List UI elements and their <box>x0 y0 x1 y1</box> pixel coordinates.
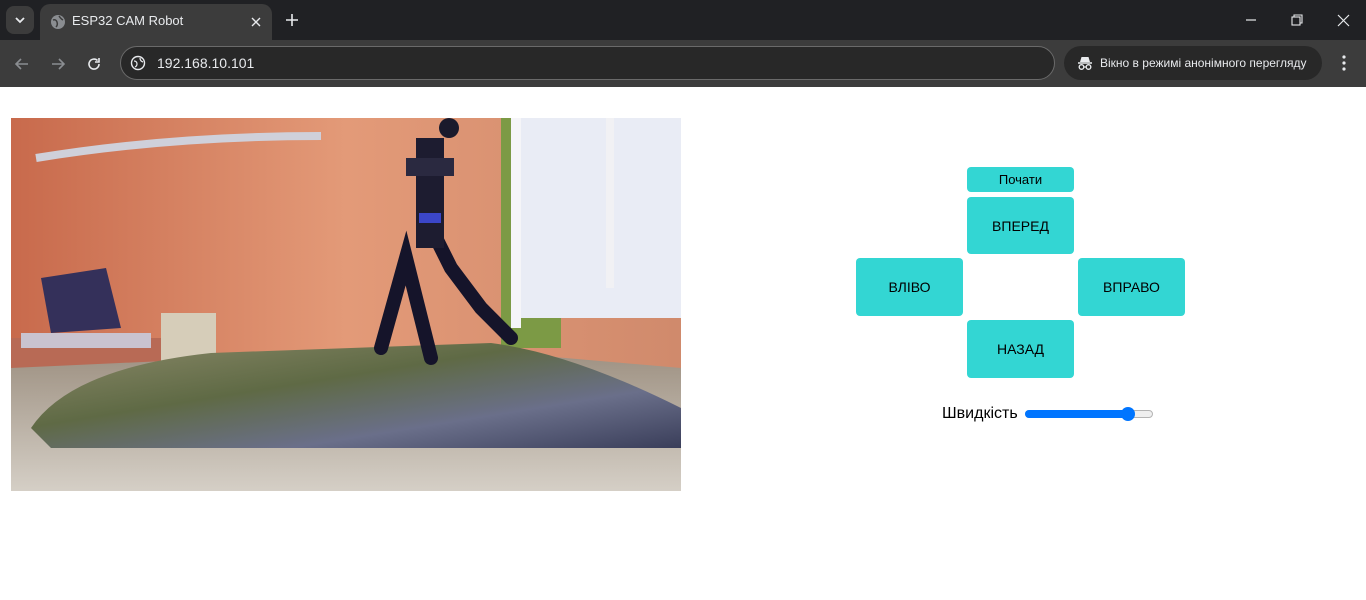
window-close-icon <box>1337 14 1349 26</box>
browser-tab-bar: ESP32 CAM Robot <box>0 0 1366 40</box>
speed-label: Швидкість <box>942 405 1018 422</box>
plus-icon <box>286 14 298 26</box>
incognito-label: Вікно в режимі анонімного перегляду <box>1100 56 1307 70</box>
address-bar[interactable]: 192.168.10.101 <box>120 46 1055 80</box>
browser-tab[interactable]: ESP32 CAM Robot <box>40 4 272 40</box>
backward-button[interactable]: НАЗАД <box>967 320 1074 378</box>
forward-button[interactable] <box>44 50 72 78</box>
right-button[interactable]: ВПРАВО <box>1078 258 1185 316</box>
incognito-indicator[interactable]: Вікно в режимі анонімного перегляду <box>1064 46 1322 80</box>
globe-icon <box>51 15 65 29</box>
site-info-icon[interactable] <box>130 55 146 71</box>
tab-list-button[interactable] <box>6 6 34 34</box>
slider-fill <box>1025 410 1129 418</box>
slider-thumb[interactable] <box>1121 407 1135 421</box>
incognito-icon <box>1078 57 1092 70</box>
back-icon <box>14 58 28 70</box>
chevron-down-icon <box>15 17 25 24</box>
tab-title: ESP32 CAM Robot <box>72 13 184 28</box>
window-close-button[interactable] <box>1320 0 1366 40</box>
address-url[interactable]: 192.168.10.101 <box>157 55 254 71</box>
camera-stream <box>11 118 681 491</box>
restore-icon <box>1291 14 1303 26</box>
reload-button[interactable] <box>80 50 108 78</box>
new-tab-button[interactable] <box>280 8 304 32</box>
close-icon <box>251 17 261 27</box>
minimize-icon <box>1246 19 1256 21</box>
forward-icon <box>52 58 66 70</box>
minimize-button[interactable] <box>1228 0 1274 40</box>
restore-button[interactable] <box>1274 0 1320 40</box>
back-button[interactable] <box>8 50 36 78</box>
speed-slider[interactable] <box>1024 407 1154 421</box>
tab-close-button[interactable] <box>246 12 266 32</box>
kebab-menu-icon <box>1342 55 1346 71</box>
browser-toolbar: 192.168.10.101 Вікно в режимі анонімного… <box>0 40 1366 87</box>
browser-menu-button[interactable] <box>1330 49 1358 77</box>
page-content: Почати ВПЕРЕД ВЛІВО ВПРАВО НАЗАД Швидкіс… <box>0 87 1366 600</box>
camera-stream-image <box>11 118 681 491</box>
left-button[interactable]: ВЛІВО <box>856 258 963 316</box>
forward-button[interactable]: ВПЕРЕД <box>967 197 1074 254</box>
start-button[interactable]: Почати <box>967 167 1074 192</box>
reload-icon <box>88 58 100 70</box>
